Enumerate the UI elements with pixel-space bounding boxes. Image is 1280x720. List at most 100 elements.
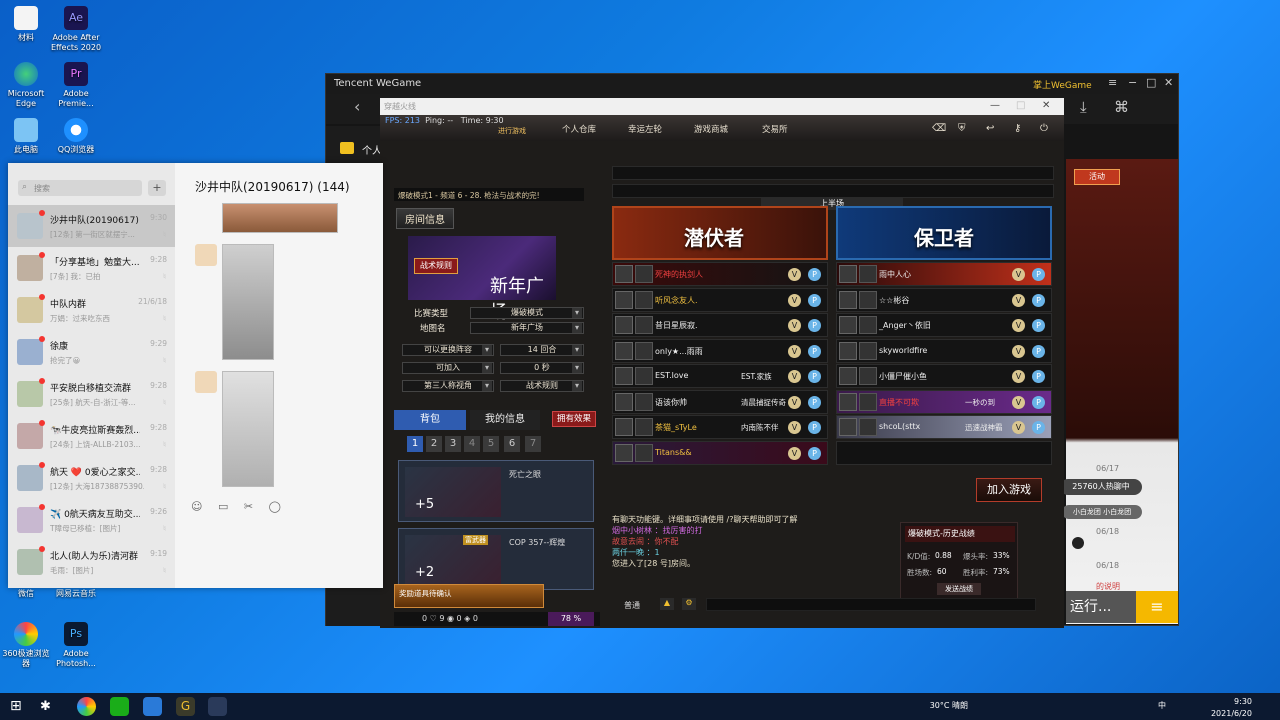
player-row[interactable]: 直播不可欺 一秒の到 V P xyxy=(836,389,1052,414)
maximize-icon[interactable]: □ xyxy=(1146,76,1156,89)
conversation-item[interactable]: 中队内群 万娟：过来吃东西 21/6/18 ♮ xyxy=(8,289,175,331)
game-close-icon[interactable]: ✕ xyxy=(1042,100,1050,111)
view-select[interactable]: 第三人称视角 xyxy=(402,380,494,392)
conversation-item[interactable]: 沙井中队(20190617) [12条] 第一街区就摆宁... 9:30 ♮ xyxy=(8,205,175,247)
menu-play[interactable]: 进行游戏 xyxy=(498,126,526,136)
player-row[interactable]: _Anger丶依旧 V P xyxy=(836,313,1052,337)
player-row[interactable]: skyworldfire V P xyxy=(836,338,1052,363)
desktop-icon-photoshop[interactable]: Ps Adobe Photosh... xyxy=(50,622,102,669)
group-label[interactable]: 小白龙团 小白龙团 xyxy=(1062,505,1142,519)
wechat-taskbar-icon[interactable] xyxy=(110,697,129,716)
power-icon[interactable]: ⏻ xyxy=(1040,123,1048,134)
weather[interactable]: 30°C 晴朗 xyxy=(930,700,968,711)
bag-page-5[interactable]: 5 xyxy=(483,436,499,452)
player-row[interactable]: 小僵尸催小鱼 V P xyxy=(836,364,1052,388)
chat-settings-icon[interactable]: ⚙ xyxy=(682,598,696,610)
join-game-button[interactable]: 加入游戏 xyxy=(976,478,1042,502)
desktop-icon-premiere[interactable]: Pr Adobe Premie... xyxy=(50,62,102,109)
bag-page-7[interactable]: 7 xyxy=(525,436,541,452)
game-maximize-icon[interactable]: □ xyxy=(1016,100,1025,111)
ime-indicator[interactable]: 中 xyxy=(1158,700,1166,711)
desktop-icon-wechat[interactable]: 微信 xyxy=(0,589,52,599)
chat-image-2[interactable] xyxy=(222,244,274,360)
menu-warehouse[interactable]: 个人仓库 xyxy=(562,123,596,135)
team-ambush[interactable]: 潜伏者 xyxy=(612,206,828,260)
conversation-item[interactable]: 北人(助人为乐)清河群 毛雨：[图片] 9:19 ♮ xyxy=(8,541,175,583)
conversation-item[interactable]: ✈️ 0航天病友互助交... T障母已移植：[图片] 9:26 ♮ xyxy=(8,499,175,541)
team-change-select[interactable]: 可以更换阵容 xyxy=(402,344,494,356)
bag-page-6[interactable]: 6 xyxy=(504,436,520,452)
clock-date[interactable]: 2021/6/20 xyxy=(1211,708,1252,719)
chat-up-icon[interactable]: ▲ xyxy=(660,598,674,610)
tab-my-info[interactable]: 我的信息 xyxy=(470,410,540,430)
chat-image-1[interactable] xyxy=(222,203,338,233)
effects-button[interactable]: 拥有效果 xyxy=(552,411,596,427)
search-input[interactable]: ⌕ 搜索 xyxy=(18,180,142,196)
join-select[interactable]: 可加入 xyxy=(402,362,494,374)
bag-page-1[interactable]: 1 xyxy=(407,436,423,452)
wegame-user[interactable]: 掌上WeGame xyxy=(1033,78,1092,91)
player-row[interactable]: 听风念友人. V P xyxy=(612,287,828,312)
avatar[interactable] xyxy=(195,244,217,266)
player-row[interactable]: 雨中人心 V P xyxy=(836,262,1052,286)
chat-input[interactable] xyxy=(706,598,1036,611)
desktop-icon-qq-browser[interactable]: QQ浏览器 xyxy=(50,118,102,155)
player-row[interactable]: Titans&& V P xyxy=(612,440,828,465)
bag-page-2[interactable]: 2 xyxy=(426,436,442,452)
menu-icon[interactable]: ≡ xyxy=(1108,76,1117,89)
gift-icon[interactable]: ⌘ xyxy=(1114,98,1129,116)
bot-icon[interactable] xyxy=(1072,537,1084,549)
bag-page-3[interactable]: 3 xyxy=(445,436,461,452)
browser-taskbar-icon[interactable] xyxy=(77,697,96,716)
desktop-icon-netease-music[interactable]: 网易云音乐 xyxy=(50,589,102,599)
desktop-icon-edge[interactable]: Microsoft Edge xyxy=(0,62,52,109)
menu-exchange[interactable]: 交易所 xyxy=(762,123,788,135)
key-icon[interactable]: ⚷ xyxy=(1014,123,1021,134)
bag-item-1[interactable]: +5 死亡之眼 xyxy=(398,460,594,522)
chat-image-3[interactable] xyxy=(222,371,274,487)
bag-item-2[interactable]: 富武器 +2 COP 357--辉煌 xyxy=(398,528,594,590)
chat-toolbar[interactable]: ☺ ▭ ✂ ◯ xyxy=(191,500,287,513)
download-icon[interactable]: ⤓ xyxy=(1080,98,1087,116)
player-row[interactable]: 语该你帅 清晨捕捉传奇 V P xyxy=(612,389,828,414)
player-row[interactable]: EST.love EST.家族 V P xyxy=(612,364,828,388)
activity-badge[interactable]: 活动 xyxy=(1074,169,1120,185)
conversation-item[interactable]: 🐄牛皮亮拉斯赛轰烈... [24条] 上饶-ALLB-2103... 9:28 ♮ xyxy=(8,415,175,457)
window-taskbar-icon[interactable] xyxy=(208,697,227,716)
menu-store[interactable]: 游戏商城 xyxy=(694,123,728,135)
player-row[interactable]: 昔日星辰寂. V P xyxy=(612,313,828,337)
game-minimize-icon[interactable]: — xyxy=(990,100,1000,111)
conversation-item[interactable]: 平安脱白移植交流群 [25条] 航天-自-浙江-等... 9:28 ♮ xyxy=(8,373,175,415)
shield-icon[interactable]: ⛨ xyxy=(958,123,966,134)
start-icon[interactable]: ⊞ xyxy=(10,697,29,716)
close-icon[interactable]: ✕ xyxy=(1164,76,1173,89)
wegame-taskbar-icon[interactable]: G xyxy=(176,697,195,716)
conversation-item[interactable]: 徐康 抢完了😀 9:29 ♮ xyxy=(8,331,175,373)
team-defender[interactable]: 保卫者 xyxy=(836,206,1052,260)
app-taskbar-icon[interactable] xyxy=(143,697,162,716)
tab-bag[interactable]: 背包 xyxy=(394,410,466,430)
sidebar-personal[interactable]: 个人 xyxy=(362,142,382,157)
delay-select[interactable]: 0 秒 xyxy=(500,362,584,374)
add-chat-button[interactable]: + xyxy=(148,180,166,196)
menu-lucky-wheel[interactable]: 幸运左轮 xyxy=(628,123,662,135)
desktop-icon-360-browser[interactable]: 360极速浏览器 xyxy=(0,622,52,669)
bag-page-4[interactable]: 4 xyxy=(464,436,480,452)
desktop-icon-after-effects[interactable]: Ae Adobe After Effects 2020 xyxy=(50,6,102,53)
trash-icon[interactable]: ⌫ xyxy=(932,123,946,134)
conversation-item[interactable]: 航天 ❤️ 0爱心之家交... [12条] 大海18738875390... 9:2… xyxy=(8,457,175,499)
map-select[interactable]: 新年广场 xyxy=(470,322,584,334)
conversation-item[interactable]: 「分享基地」勉童大... [7条] 我：已拍 9:28 ♮ xyxy=(8,247,175,289)
desktop-icon-this-pc[interactable]: 此电脑 xyxy=(0,118,52,155)
rule-select[interactable]: 战术规则 xyxy=(500,380,584,392)
chat-mode[interactable]: 普通 xyxy=(624,600,640,611)
rounds-select[interactable]: 14 回合 xyxy=(500,344,584,356)
popular-chat-badge[interactable]: 25760人热聊中 xyxy=(1060,479,1142,495)
back-icon[interactable]: ‹ xyxy=(354,97,360,116)
send-stats-button[interactable]: 发送战绩 xyxy=(937,583,981,595)
minimize-icon[interactable]: − xyxy=(1128,76,1137,89)
avatar[interactable] xyxy=(195,371,217,393)
clock-time[interactable]: 9:30 xyxy=(1234,696,1252,707)
match-type-select[interactable]: 爆破模式 xyxy=(470,307,584,319)
player-row[interactable] xyxy=(836,440,1052,465)
